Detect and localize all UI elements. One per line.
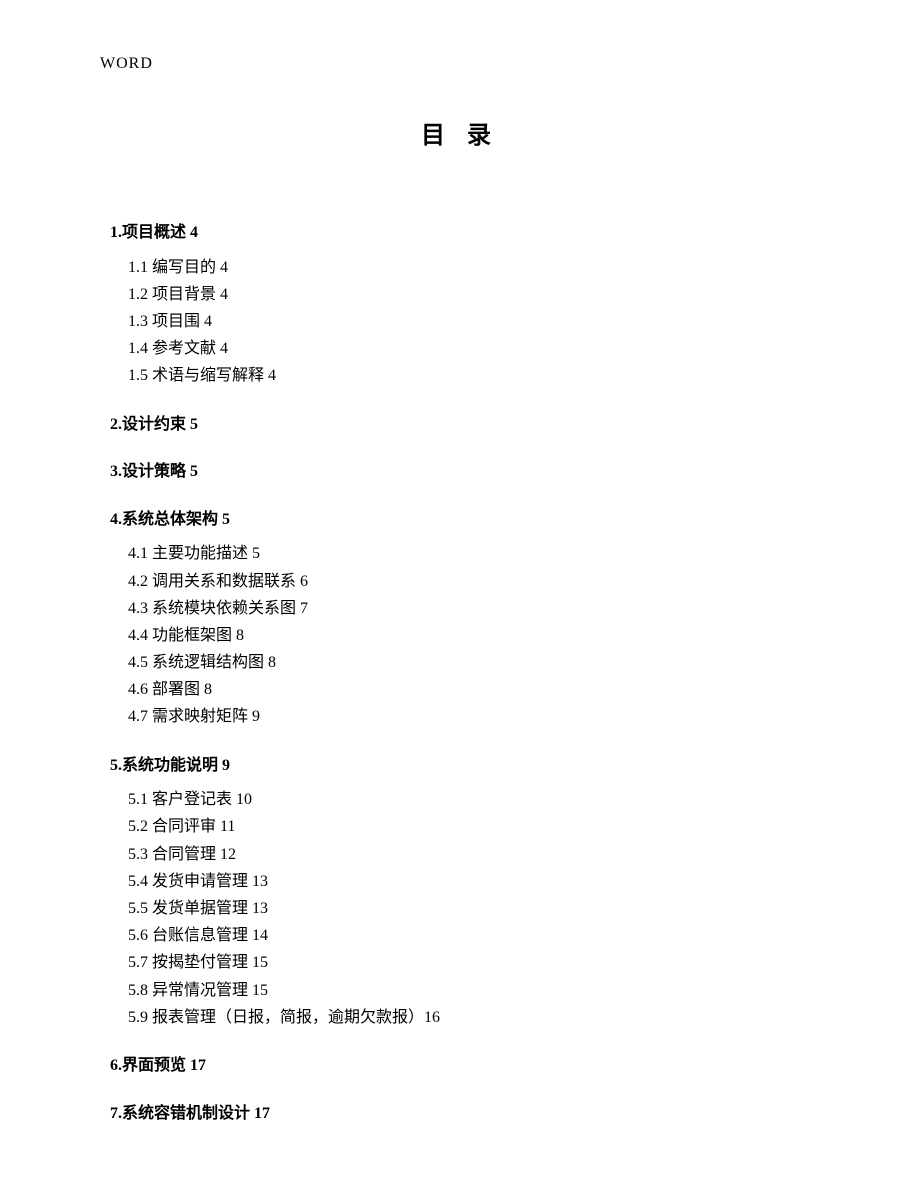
toc-sub: 1.5 术语与缩写解释 4 — [128, 362, 810, 389]
toc-section-1: 1.项目概述 4 — [110, 220, 810, 246]
toc-sub: 4.6 部署图 8 — [128, 676, 810, 703]
toc-sub: 5.1 客户登记表 10 — [128, 786, 810, 813]
toc-sub: 5.6 台账信息管理 14 — [128, 922, 810, 949]
toc-sub: 5.5 发货单据管理 13 — [128, 895, 810, 922]
page-title: 目 录 — [110, 115, 810, 150]
toc-sub: 5.8 异常情况管理 15 — [128, 977, 810, 1004]
toc-section-2: 2.设计约束 5 — [110, 412, 810, 438]
toc-sub: 5.2 合同评审 11 — [128, 813, 810, 840]
toc-sub: 4.5 系统逻辑结构图 8 — [128, 649, 810, 676]
toc-sub: 4.2 调用关系和数据联系 6 — [128, 568, 810, 595]
toc-section-7: 7.系统容错机制设计 17 — [110, 1101, 810, 1127]
toc-subs-4: 4.1 主要功能描述 5 4.2 调用关系和数据联系 6 4.3 系统模块依赖关… — [110, 540, 810, 730]
toc-sub: 1.3 项目围 4 — [128, 308, 810, 335]
toc-sub: 4.7 需求映射矩阵 9 — [128, 703, 810, 730]
toc-sub: 1.4 参考文献 4 — [128, 335, 810, 362]
toc-sub: 1.1 编写目的 4 — [128, 254, 810, 281]
toc-sub: 5.7 按揭垫付管理 15 — [128, 949, 810, 976]
toc-sub: 4.4 功能框架图 8 — [128, 622, 810, 649]
toc-sub: 5.9 报表管理（日报，简报，逾期欠款报）16 — [128, 1004, 810, 1031]
toc-section-6: 6.界面预览 17 — [110, 1053, 810, 1079]
toc-section-4: 4.系统总体架构 5 — [110, 507, 810, 533]
toc-sub: 4.3 系统模块依赖关系图 7 — [128, 595, 810, 622]
toc-subs-5: 5.1 客户登记表 10 5.2 合同评审 11 5.3 合同管理 12 5.4… — [110, 786, 810, 1031]
toc-subs-1: 1.1 编写目的 4 1.2 项目背景 4 1.3 项目围 4 1.4 参考文献… — [110, 254, 810, 390]
toc-section-3: 3.设计策略 5 — [110, 459, 810, 485]
toc-sub: 4.1 主要功能描述 5 — [128, 540, 810, 567]
header-label: WORD — [100, 55, 153, 73]
toc-section-5: 5.系统功能说明 9 — [110, 753, 810, 779]
toc-sub: 5.4 发货申请管理 13 — [128, 868, 810, 895]
toc-sub: 1.2 项目背景 4 — [128, 281, 810, 308]
toc-sub: 5.3 合同管理 12 — [128, 841, 810, 868]
document-content: 目 录 1.项目概述 4 1.1 编写目的 4 1.2 项目背景 4 1.3 项… — [0, 0, 920, 1126]
